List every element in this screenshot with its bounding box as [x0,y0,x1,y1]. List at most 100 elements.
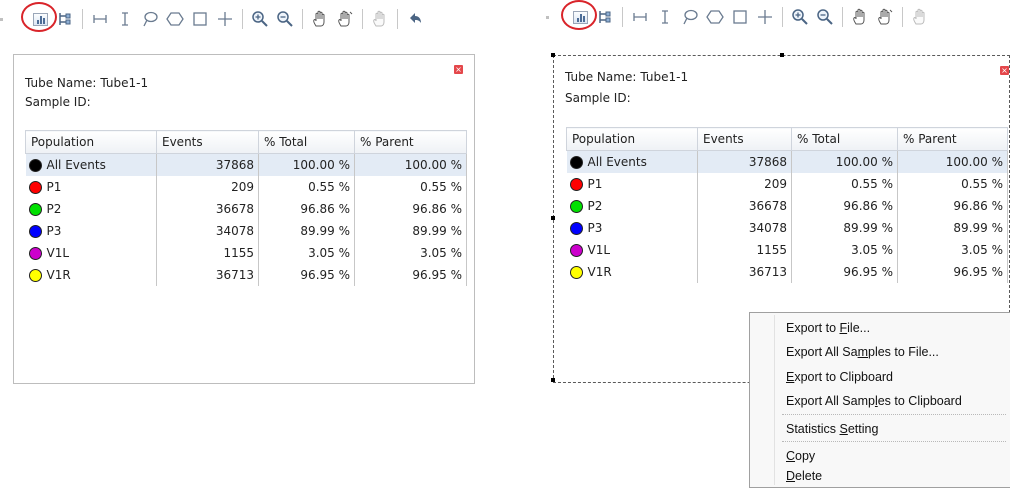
menu-accelerator: F [839,321,848,335]
undo-icon [410,13,421,23]
events-cell: 36678 [156,198,259,220]
selection-handle[interactable] [551,216,555,220]
menu-item-export-all-samples-to-clipboard[interactable]: Export All Samples to Clipboard [786,391,962,411]
statistics-tool-button[interactable] [21,2,57,32]
rectangle-gate-button[interactable] [729,6,751,28]
menu-accelerator: S [839,422,848,436]
hierarchy-icon [59,13,71,25]
vertical-gate-button[interactable] [654,6,676,28]
tube-name-label: Tube Name: [565,70,637,84]
column-header[interactable]: % Total [791,127,898,151]
quadrant-gate-button[interactable] [754,6,776,28]
column-header[interactable]: Events [156,130,259,154]
population-color-icon [28,159,42,172]
menu-item-export-all-samples-to-file[interactable]: Export All Samples to File... [786,342,939,362]
population-color-icon [569,266,583,279]
total-percent-cell: 96.95 % [791,261,898,283]
statistics-panel-left[interactable]: × Tube Name: Tube1-1 Sample ID: Populatio… [13,54,475,384]
hierarchy-tool-button[interactable] [54,8,76,30]
population-row[interactable]: P2 36678 96.86 % 96.86 % [566,195,1008,217]
toolbar-separator [782,7,783,27]
zoom-out-icon [817,9,833,25]
pan-button[interactable] [309,8,331,30]
column-header[interactable]: Population [25,130,157,154]
menu-text: xport to Clipboard [794,370,894,384]
selection-handle[interactable] [551,53,555,57]
selection-handle[interactable] [780,53,784,57]
total-percent-cell: 96.86 % [791,195,898,217]
population-row[interactable]: V1R 36713 96.95 % 96.95 % [566,261,1008,283]
polygon-gate-icon [166,12,184,26]
close-button[interactable]: × [454,65,463,74]
lasso-gate-button[interactable] [139,8,161,30]
menu-item-delete[interactable]: Delete [786,466,822,486]
toolbar-separator [362,9,363,29]
population-row[interactable]: P2 36678 96.86 % 96.86 % [25,198,467,220]
close-button[interactable]: × [1000,66,1009,75]
parent-percent-cell: 96.95 % [897,261,1008,283]
hierarchy-tool-button[interactable] [594,6,616,28]
polygon-gate-button[interactable] [164,8,186,30]
population-row[interactable]: All Events 37868 100.00 % 100.00 % [566,150,1008,173]
toolbar-separator [622,7,623,27]
population-cell: P2 [566,195,698,217]
events-cell: 34078 [156,220,259,242]
statistics-icon [32,12,48,26]
total-percent-cell: 96.95 % [258,264,355,286]
population-cell: P1 [566,173,698,195]
horizontal-gate-button[interactable] [629,6,651,28]
statistics-tool-button[interactable] [561,0,597,30]
total-percent-cell: 0.55 % [258,176,355,198]
disabled-hand-icon [913,8,925,25]
population-cell: P1 [25,176,157,198]
pan-alt-button[interactable] [874,6,896,28]
menu-item-copy[interactable]: Copy [786,446,815,466]
total-percent-cell: 3.05 % [258,242,355,264]
sample-id-label: Sample ID: [25,95,91,109]
population-name: V1L [587,243,611,257]
pan-alt-button[interactable] [334,8,356,30]
quadrant-gate-button[interactable] [214,8,236,30]
pan-hand-icon [313,10,325,27]
toolbar-separator [242,9,243,29]
selection-handle[interactable] [551,378,555,382]
population-row[interactable]: V1L 1155 3.05 % 3.05 % [25,242,467,264]
column-header[interactable]: % Parent [354,130,467,154]
pan-button[interactable] [849,6,871,28]
population-row[interactable]: P3 34078 89.99 % 89.99 % [566,217,1008,239]
toolbar-separator [902,7,903,27]
column-header[interactable]: % Total [258,130,355,154]
undo-button[interactable] [404,8,426,30]
column-header[interactable]: Events [697,127,792,151]
population-row[interactable]: P3 34078 89.99 % 89.99 % [25,220,467,242]
zoom-out-button[interactable] [274,8,296,30]
menu-separator [782,414,1006,415]
population-row[interactable]: All Events 37868 100.00 % 100.00 % [25,153,467,176]
zoom-in-button[interactable] [249,8,271,30]
horizontal-gate-button[interactable] [89,8,111,30]
menu-item-export-to-clipboard[interactable]: Export to Clipboard [786,367,893,387]
zoom-out-icon [277,11,293,27]
parent-percent-cell: 100.00 % [354,153,467,176]
population-color-icon [28,247,42,260]
zoom-in-button[interactable] [789,6,811,28]
population-row[interactable]: P1 209 0.55 % 0.55 % [566,173,1008,195]
vertical-gate-button[interactable] [114,8,136,30]
population-row[interactable]: V1L 1155 3.05 % 3.05 % [566,239,1008,261]
column-header[interactable]: Population [566,127,698,151]
toolbar-left [0,2,490,34]
menu-item-statistics-setting[interactable]: Statistics Setting [786,419,878,439]
rectangle-gate-button[interactable] [189,8,211,30]
population-name: V1R [587,265,612,279]
zoom-out-button[interactable] [814,6,836,28]
population-name: P1 [587,177,603,191]
column-header[interactable]: % Parent [897,127,1008,151]
population-row[interactable]: P1 209 0.55 % 0.55 % [25,176,467,198]
menu-text: ples to File... [868,345,939,359]
population-name: P3 [46,224,62,238]
polygon-gate-button[interactable] [704,6,726,28]
population-cell: V1R [566,261,698,283]
population-row[interactable]: V1R 36713 96.95 % 96.95 % [25,264,467,286]
lasso-gate-button[interactable] [679,6,701,28]
menu-item-export-to-file[interactable]: Export to File... [786,318,870,338]
